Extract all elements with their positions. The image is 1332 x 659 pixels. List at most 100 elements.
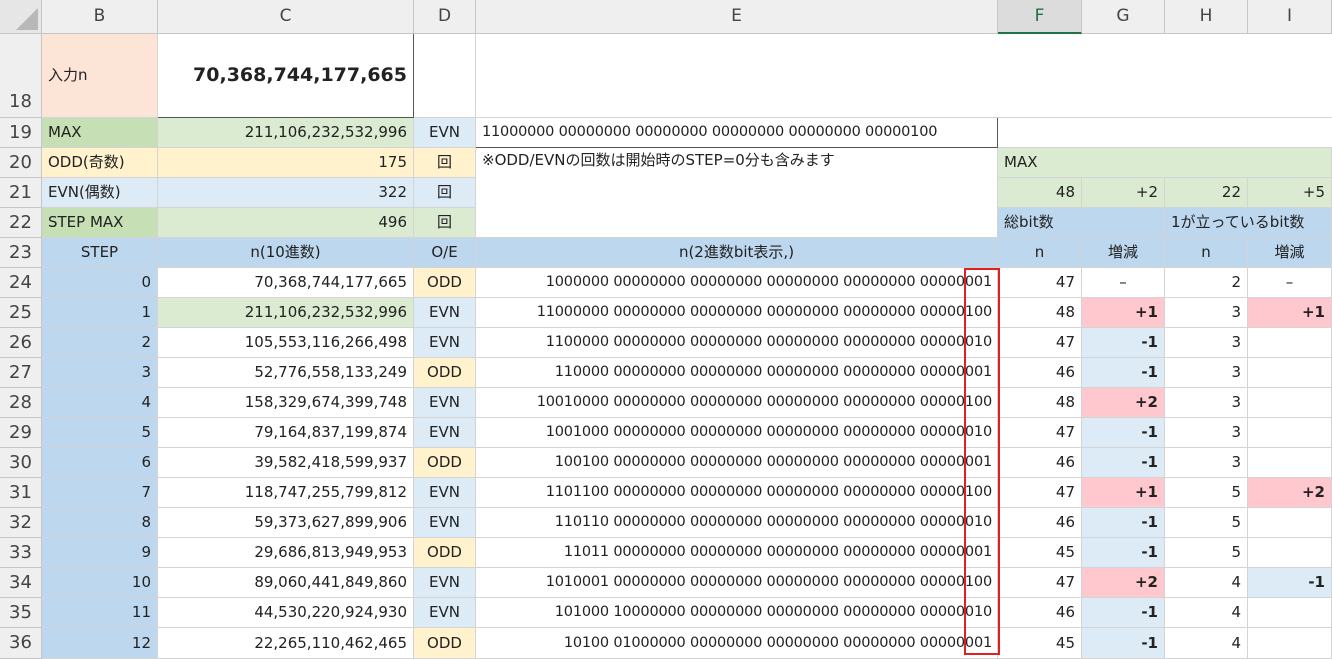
table-row-binary[interactable]: 10100 01000000 00000000 00000000 0000000… [476,628,998,659]
table-row-oe[interactable]: EVN [414,598,476,628]
table-row-bits-delta[interactable]: -1 [1082,328,1165,358]
max-ones-delta[interactable]: +5 [1248,178,1332,208]
total-bits-label[interactable]: 総bit数 [998,208,1165,238]
max-value[interactable]: 211,106,232,532,996 [158,118,414,148]
table-row-n10[interactable]: 52,776,558,133,249 [158,358,414,388]
table-row-bits-delta[interactable]: +2 [1082,568,1165,598]
table-row-step[interactable]: 0 [42,268,158,298]
input-value-cell[interactable]: 70,368,744,177,665 [158,34,414,118]
table-row-ones-n[interactable]: 3 [1165,448,1248,478]
table-row-bits-n[interactable]: 47 [998,478,1082,508]
table-row-n10[interactable]: 22,265,110,462,465 [158,628,414,659]
evn-count-value[interactable]: 322 [158,178,414,208]
table-row-binary[interactable]: 1000000 00000000 00000000 00000000 00000… [476,268,998,298]
select-all-corner[interactable] [0,0,42,34]
table-row-bits-delta[interactable]: -1 [1082,508,1165,538]
table-row-ones-n[interactable]: 3 [1165,388,1248,418]
table-row-binary[interactable]: 1001000 00000000 00000000 00000000 00000… [476,418,998,448]
header-bits-n[interactable]: n [998,238,1082,268]
evn-count-unit[interactable]: 回 [414,178,476,208]
max-binary[interactable]: 11000000 00000000 00000000 00000000 0000… [476,118,998,148]
table-row-oe[interactable]: ODD [414,628,476,659]
step-max-value[interactable]: 496 [158,208,414,238]
header-ones-delta[interactable]: 増減 [1248,238,1332,268]
row-header-22[interactable]: 22 [0,208,42,238]
max-label[interactable]: MAX [42,118,158,148]
table-row-bits-delta[interactable]: -1 [1082,628,1165,659]
header-bits-delta[interactable]: 増減 [1082,238,1165,268]
table-row-bits-n[interactable]: 48 [998,388,1082,418]
odd-count-unit[interactable]: 回 [414,148,476,178]
column-header-c[interactable]: C [158,0,414,34]
row-header-32[interactable]: 32 [0,508,42,538]
odd-count-value[interactable]: 175 [158,148,414,178]
table-row-ones-n[interactable]: 5 [1165,538,1248,568]
table-row-n10[interactable]: 211,106,232,532,996 [158,298,414,328]
empty-cell[interactable] [1248,118,1332,148]
table-row-ones-n[interactable]: 3 [1165,418,1248,448]
column-header-h[interactable]: H [1165,0,1248,34]
row-header-25[interactable]: 25 [0,298,42,328]
table-row-ones-n[interactable]: 5 [1165,478,1248,508]
table-row-ones-n[interactable]: 3 [1165,358,1248,388]
table-row-ones-n[interactable]: 5 [1165,508,1248,538]
table-row-ones-n[interactable]: 2 [1165,268,1248,298]
table-row-ones-delta[interactable] [1248,598,1332,628]
table-row-step[interactable]: 4 [42,388,158,418]
table-row-binary[interactable]: 110000 00000000 00000000 00000000 000000… [476,358,998,388]
table-row-bits-n[interactable]: 47 [998,568,1082,598]
table-row-binary[interactable]: 100100 00000000 00000000 00000000 000000… [476,448,998,478]
max-section-label[interactable]: MAX [998,148,1332,178]
table-row-oe[interactable]: ODD [414,538,476,568]
table-row-n10[interactable]: 29,686,813,949,953 [158,538,414,568]
table-row-step[interactable]: 8 [42,508,158,538]
table-row-oe[interactable]: EVN [414,328,476,358]
table-row-step[interactable]: 9 [42,538,158,568]
row-header-20[interactable]: 20 [0,148,42,178]
row-header-27[interactable]: 27 [0,358,42,388]
table-row-step[interactable]: 11 [42,598,158,628]
table-row-oe[interactable]: ODD [414,268,476,298]
row-header-35[interactable]: 35 [0,598,42,628]
table-row-binary[interactable]: 10010000 00000000 00000000 00000000 0000… [476,388,998,418]
cell-f18[interactable] [998,34,1082,118]
table-row-step[interactable]: 2 [42,328,158,358]
table-row-n10[interactable]: 105,553,116,266,498 [158,328,414,358]
table-row-binary[interactable]: 101000 10000000 00000000 00000000 000000… [476,598,998,628]
row-header-19[interactable]: 19 [0,118,42,148]
table-row-step[interactable]: 5 [42,418,158,448]
table-row-bits-delta[interactable]: – [1082,268,1165,298]
table-row-ones-n[interactable]: 4 [1165,568,1248,598]
column-header-d[interactable]: D [414,0,476,34]
table-row-bits-n[interactable]: 47 [998,418,1082,448]
max-oe[interactable]: EVN [414,118,476,148]
table-row-ones-n[interactable]: 3 [1165,298,1248,328]
table-row-step[interactable]: 12 [42,628,158,659]
table-row-step[interactable]: 3 [42,358,158,388]
table-row-ones-delta[interactable]: – [1248,268,1332,298]
table-row-ones-delta[interactable]: +2 [1248,478,1332,508]
column-header-b[interactable]: B [42,0,158,34]
note-text[interactable]: ※ODD/EVNの回数は開始時のSTEP=0分も含みます [476,148,998,238]
step-max-label[interactable]: STEP MAX [42,208,158,238]
table-row-ones-delta[interactable]: +1 [1248,298,1332,328]
table-row-oe[interactable]: EVN [414,478,476,508]
table-row-bits-delta[interactable]: +1 [1082,478,1165,508]
row-header-34[interactable]: 34 [0,568,42,598]
table-row-bits-n[interactable]: 47 [998,268,1082,298]
input-label[interactable]: 入力n [42,34,158,118]
table-row-oe[interactable]: EVN [414,568,476,598]
table-row-ones-delta[interactable] [1248,388,1332,418]
row-header-36[interactable]: 36 [0,628,42,659]
table-row-ones-delta[interactable] [1248,328,1332,358]
table-row-ones-delta[interactable] [1248,628,1332,659]
table-row-bits-n[interactable]: 45 [998,628,1082,659]
table-row-oe[interactable]: EVN [414,508,476,538]
row-header-31[interactable]: 31 [0,478,42,508]
table-row-step[interactable]: 1 [42,298,158,328]
table-row-binary[interactable]: 11011 00000000 00000000 00000000 0000000… [476,538,998,568]
step-max-unit[interactable]: 回 [414,208,476,238]
empty-cell[interactable] [1082,118,1165,148]
header-oe[interactable]: O/E [414,238,476,268]
table-row-ones-delta[interactable] [1248,418,1332,448]
